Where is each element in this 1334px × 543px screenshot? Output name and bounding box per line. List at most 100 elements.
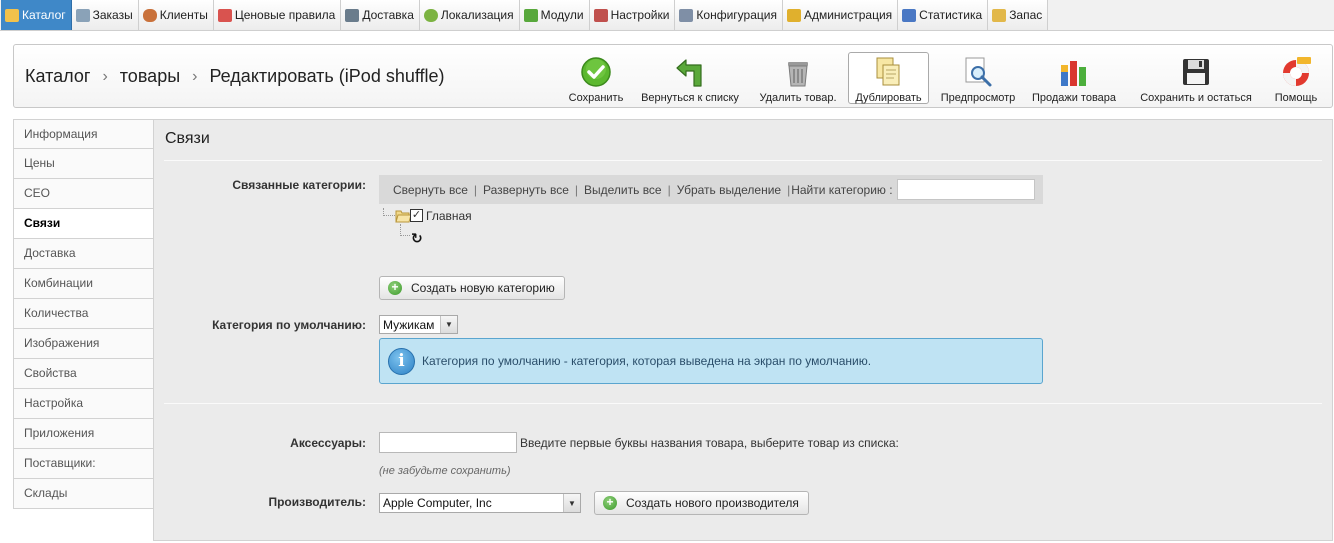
button-label: Создать нового производителя [626,496,799,510]
user-icon [142,8,157,22]
category-tree-toolbar: Свернуть все | Развернуть все | Выделить… [379,175,1043,204]
chevron-down-icon: ▼ [440,316,457,333]
preview-icon [962,56,994,88]
floppy-icon [1180,56,1212,88]
save-reminder: (не забудьте сохранить) [379,465,511,477]
info-text: Категория по умолчанию - категория, кото… [422,354,872,368]
accessories-label: Аксессуары: [290,436,366,450]
duplicate-button[interactable]: Дублировать [848,52,929,104]
info-icon: i [388,347,415,375]
nav-settings[interactable]: Настройки [589,0,676,30]
top-navigation: Каталог Заказы Клиенты Ценовые правила Д… [0,0,1334,31]
toolbar-label: Предпросмотр [940,92,1016,104]
section-title: Связи [165,130,210,147]
toolbar-label: Сохранить [568,92,624,104]
manufacturer-select[interactable]: Apple Computer, Inc ▼ [379,493,581,513]
nav-localization[interactable]: Локализация [419,0,520,30]
nav-label: Заказы [92,8,133,22]
help-button[interactable]: Помощь [1268,52,1324,104]
save-button[interactable]: Сохранить [564,52,628,104]
find-category-label: Найти категорию : [791,182,893,197]
nav-label: Конфигурация [696,8,777,22]
wrench-icon [679,8,694,22]
manufacturer-label: Производитель: [268,495,366,509]
collapse-all-link[interactable]: Свернуть все [393,183,468,197]
save-and-stay-button[interactable]: Сохранить и остаться [1136,52,1256,104]
nav-statistics[interactable]: Статистика [898,0,989,30]
plus-icon: + [388,281,402,295]
nav-label: Доставка [362,8,414,22]
default-category-label: Категория по умолчанию: [212,318,366,332]
tab-features[interactable]: Свойства [13,359,154,389]
accessories-hint: Введите первые буквы названия товара, вы… [520,436,899,450]
nav-catalog[interactable]: Каталог [1,0,72,30]
tab-seo[interactable]: СЕО [13,179,154,209]
stock-icon [992,8,1007,22]
nav-modules[interactable]: Модули [519,0,590,30]
toolbar-label: Продажи товара [1031,92,1117,104]
divider [164,160,1322,161]
accessories-input[interactable] [379,432,517,453]
tab-quantities[interactable]: Количества [13,299,154,329]
nav-customers[interactable]: Клиенты [138,0,214,30]
select-all-link[interactable]: Выделить все [584,183,662,197]
stats-icon [902,8,917,22]
nav-label: Настройки [610,8,670,22]
nav-configuration[interactable]: Конфигурация [675,0,783,30]
delete-product-button[interactable]: Удалить товар. [756,52,840,104]
tab-customization[interactable]: Настройка [13,389,154,419]
nav-stock[interactable]: Запас [988,0,1049,30]
toolbar-label: Вернуться к списку [641,92,739,104]
nav-label: Клиенты [159,8,208,22]
select-value: Мужикам [383,317,435,332]
nav-label: Запас [1009,8,1043,22]
nav-label: Каталог [22,8,66,22]
tab-shipping[interactable]: Доставка [13,239,154,269]
settings-window-icon [593,8,608,22]
back-to-list-button[interactable]: Вернуться к списку [637,52,743,104]
nav-label: Локализация [440,8,514,22]
tab-warehouses[interactable]: Склады [13,479,154,509]
toolbar-label: Сохранить и остаться [1140,92,1252,104]
toolbar-label: Помощь [1274,92,1318,104]
preview-button[interactable]: Предпросмотр [938,52,1018,104]
folder-icon [5,8,19,22]
tab-attachments[interactable]: Приложения [13,419,154,449]
cart-icon [75,8,90,22]
tab-combinations[interactable]: Комбинации [13,269,154,299]
nav-price-rules[interactable]: Ценовые правила [213,0,342,30]
category-search-input[interactable] [896,179,1035,200]
unselect-all-link[interactable]: Убрать выделение [677,183,781,197]
tab-suppliers[interactable]: Поставщики: [13,449,154,479]
default-category-select[interactable]: Мужикам ▼ [379,315,458,334]
info-box: i Категория по умолчанию - категория, ко… [379,338,1043,384]
globe-icon [423,8,438,22]
product-tabs: Информация Цены СЕО Связи Доставка Комби… [13,119,154,509]
button-label: Создать новую категорию [411,281,555,295]
tree-root-label[interactable]: Главная [426,209,472,223]
toolbar-label: Удалить товар. [759,92,837,104]
category-checkbox[interactable]: ✓ [410,209,423,222]
tab-prices[interactable]: Цены [13,149,154,179]
plus-icon: + [603,496,617,510]
nav-shipping[interactable]: Доставка [341,0,420,30]
nav-administration[interactable]: Администрация [782,0,899,30]
product-sales-button[interactable]: Продажи товара [1029,52,1119,104]
truck-icon [345,8,360,22]
nav-label: Модули [540,8,584,22]
tab-associations[interactable]: Связи [13,209,154,239]
price-rules-icon [217,8,232,22]
nav-label: Статистика [919,8,983,22]
create-category-button[interactable]: + Создать новую категорию [379,276,565,300]
help-lifebuoy-icon [1280,56,1312,88]
tree-line [400,224,410,236]
nav-orders[interactable]: Заказы [71,0,139,30]
sales-chart-icon [1058,56,1090,88]
create-manufacturer-button[interactable]: + Создать нового производителя [594,491,809,515]
toolbar-label: Дублировать [855,92,922,104]
related-categories-label: Связанные категории: [232,178,366,192]
expand-all-link[interactable]: Развернуть все [483,183,569,197]
tab-information[interactable]: Информация [13,119,154,149]
tab-images[interactable]: Изображения [13,329,154,359]
back-arrow-icon [674,56,706,88]
